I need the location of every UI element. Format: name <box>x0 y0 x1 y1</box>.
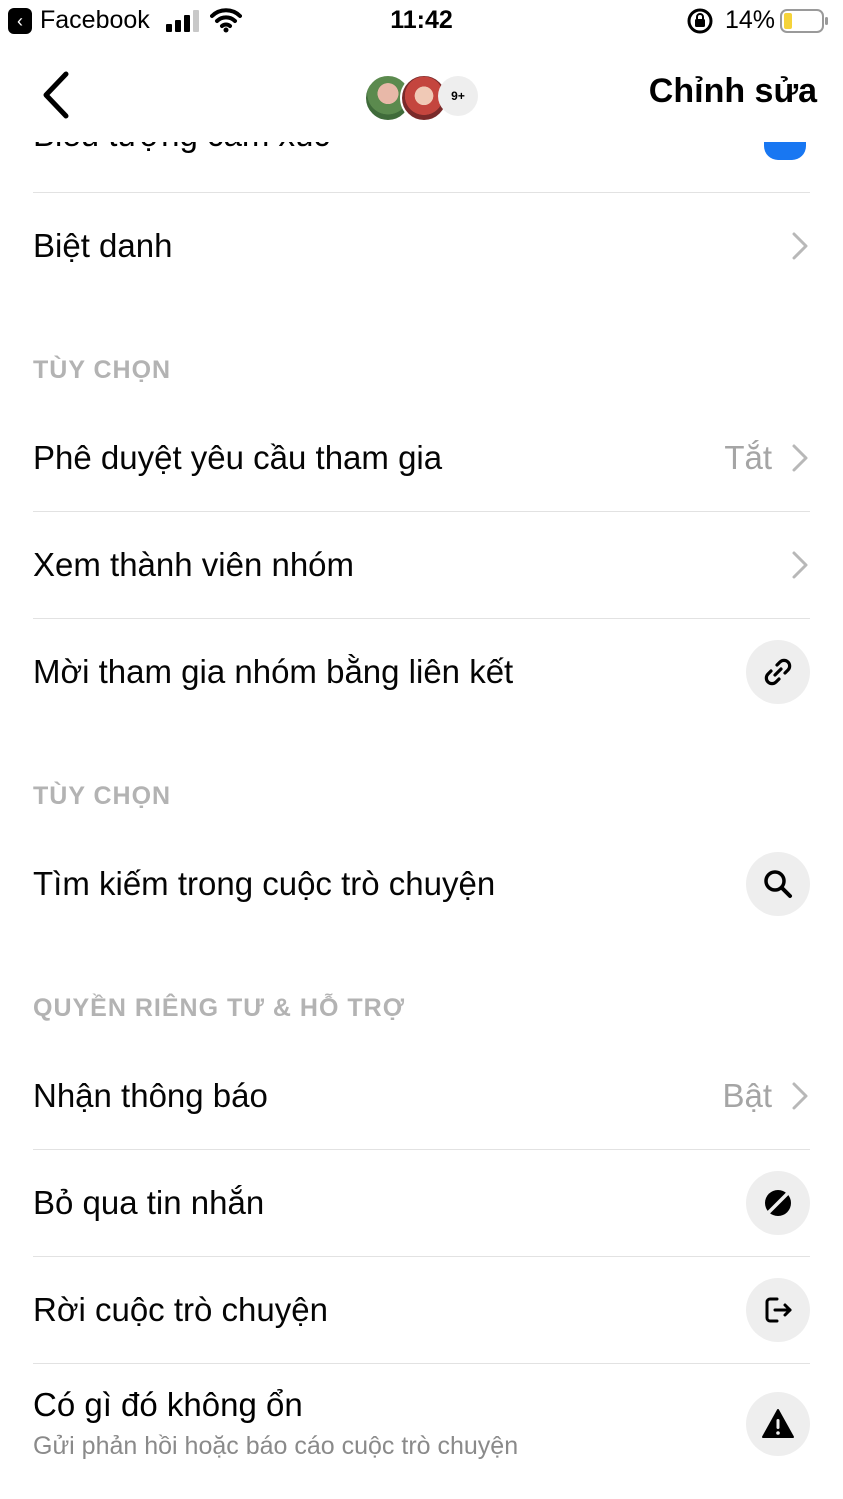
report-button[interactable] <box>746 1392 810 1456</box>
search-row[interactable]: Tìm kiếm trong cuộc trò chuyện <box>33 831 810 937</box>
section-options-1: TÙY CHỌN <box>33 356 172 384</box>
something-wrong-subtitle: Gửi phản hồi hoặc báo cáo cuộc trò chuyệ… <box>33 1432 519 1460</box>
exit-icon <box>765 1297 792 1323</box>
chevron-right-icon <box>792 551 808 579</box>
nickname-row[interactable]: Biệt danh <box>33 193 810 299</box>
clock: 11:42 <box>390 6 453 34</box>
warning-icon <box>762 1409 794 1438</box>
view-members-row[interactable]: Xem thành viên nhóm <box>33 512 810 619</box>
ignore-messages-row[interactable]: Bỏ qua tin nhắn <box>33 1150 810 1257</box>
more-members-badge: 9+ <box>438 76 478 116</box>
section-header: QUYỀN RIÊNG TƯ & HỖ TRỢ <box>33 937 810 1043</box>
edit-button[interactable]: Chỉnh sửa <box>649 72 817 111</box>
rotation-lock-icon <box>687 8 713 34</box>
battery-icon <box>780 9 828 33</box>
battery-percentage: 14% <box>725 6 776 34</box>
search-label: Tìm kiếm trong cuộc trò chuyện <box>33 865 496 902</box>
chevron-right-icon <box>792 1082 808 1110</box>
settings-list: Biểu tượng cảm xúc Biệt danh TÙY CHỌN Ph… <box>0 120 843 1484</box>
link-icon <box>764 658 792 686</box>
search-button[interactable] <box>746 852 810 916</box>
invite-link-row[interactable]: Mời tham gia nhóm bằng liên kết <box>33 619 810 725</box>
eye-slash-icon <box>765 1190 791 1216</box>
section-privacy: QUYỀN RIÊNG TƯ & HỖ TRỢ <box>33 994 406 1022</box>
group-avatars[interactable]: 9+ <box>364 74 484 122</box>
leave-conversation-label: Rời cuộc trò chuyện <box>33 1291 328 1328</box>
notifications-row[interactable]: Nhận thông báo Bật <box>33 1043 810 1150</box>
leave-button[interactable] <box>746 1278 810 1342</box>
leave-conversation-row[interactable]: Rời cuộc trò chuyện <box>33 1257 810 1364</box>
ignore-messages-label: Bỏ qua tin nhắn <box>33 1184 265 1221</box>
section-header: TÙY CHỌN <box>33 725 810 831</box>
invite-link-label: Mời tham gia nhóm bằng liên kết <box>33 653 514 690</box>
chevron-right-icon <box>792 444 808 472</box>
chevron-right-icon <box>792 232 808 260</box>
approve-requests-label: Phê duyệt yêu cầu tham gia <box>33 439 443 476</box>
back-icon[interactable] <box>38 70 78 120</box>
conversation-header: 9+ Chỉnh sửa <box>0 52 843 142</box>
section-header: TÙY CHỌN <box>33 299 810 405</box>
something-wrong-row[interactable]: Có gì đó không ổn Gửi phản hồi hoặc báo … <box>33 1364 810 1484</box>
status-bar: ‹ Facebook 11:42 14% <box>0 0 843 44</box>
approve-requests-row[interactable]: Phê duyệt yêu cầu tham gia Tắt <box>33 405 810 512</box>
notifications-value: Bật <box>722 1077 772 1114</box>
section-options-2: TÙY CHỌN <box>33 782 172 810</box>
link-button[interactable] <box>746 640 810 704</box>
ignore-button[interactable] <box>746 1171 810 1235</box>
view-members-label: Xem thành viên nhóm <box>33 546 355 583</box>
approve-requests-value: Tắt <box>724 439 772 476</box>
nickname-label: Biệt danh <box>33 227 173 264</box>
something-wrong-label: Có gì đó không ổn <box>33 1386 303 1423</box>
notifications-label: Nhận thông báo <box>33 1077 268 1114</box>
search-icon <box>764 870 792 898</box>
